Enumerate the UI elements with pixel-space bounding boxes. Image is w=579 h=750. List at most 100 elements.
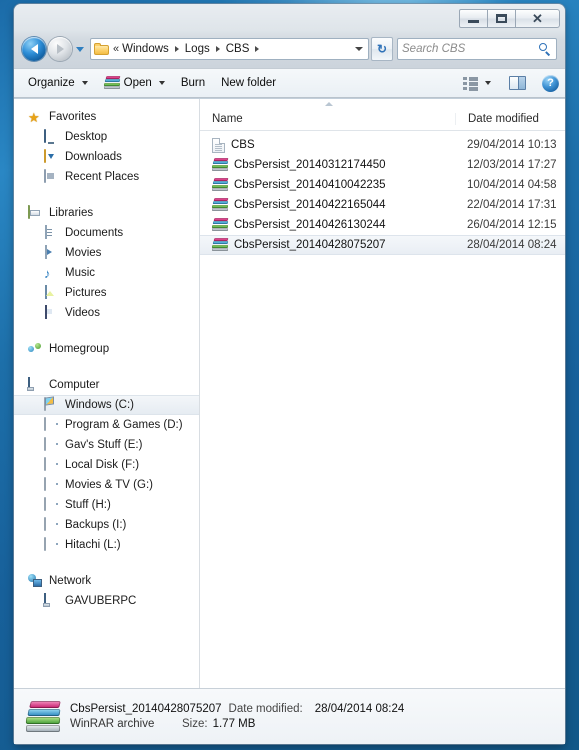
open-button[interactable]: Open xyxy=(96,72,173,94)
forward-arrow-icon xyxy=(56,44,64,54)
minimize-icon xyxy=(468,20,479,23)
winrar-archive-icon xyxy=(103,76,121,90)
table-row-selected[interactable]: CbsPersist_20140428075207 28/04/2014 08:… xyxy=(200,235,565,255)
sidebar-item-documents[interactable]: Documents xyxy=(14,223,199,243)
table-row[interactable]: CbsPersist_20140410042235 10/04/2014 04:… xyxy=(200,175,565,195)
sidebar-item-computer[interactable]: Computer xyxy=(14,375,199,395)
sidebar-item-gavuberpc[interactable]: GAVUBERPC xyxy=(14,591,199,611)
chevron-down-icon xyxy=(485,81,491,85)
sidebar-item-windows-c[interactable]: Windows (C:) xyxy=(14,395,199,415)
sidebar-item-pictures[interactable]: Pictures xyxy=(14,283,199,303)
sidebar-label: Local Disk (F:) xyxy=(65,459,140,471)
sidebar-item-desktop[interactable]: Desktop xyxy=(14,127,199,147)
sidebar-item-libraries[interactable]: Libraries xyxy=(14,203,199,223)
breadcrumb-item-windows[interactable]: Windows xyxy=(121,43,170,55)
file-name: CbsPersist_20140428075207 xyxy=(234,239,386,251)
homegroup-icon xyxy=(28,342,44,357)
burn-button[interactable]: Burn xyxy=(173,73,213,93)
sidebar-item-music[interactable]: ♪ Music xyxy=(14,263,199,283)
file-date-cell: 29/04/2014 10:13 xyxy=(467,139,557,151)
column-header-name[interactable]: Name xyxy=(200,113,455,125)
organize-button[interactable]: Organize xyxy=(20,73,96,93)
breadcrumb: « Windows Logs CBS xyxy=(113,43,264,55)
sidebar-item-network[interactable]: Network xyxy=(14,571,199,591)
navigation-pane[interactable]: ★ Favorites Desktop Downloads Recent Pla… xyxy=(14,99,200,744)
sidebar-item-movies-tv-g[interactable]: Movies & TV (G:) xyxy=(14,475,199,495)
address-bar-row: « Windows Logs CBS ↻ Search CBS xyxy=(14,34,565,64)
table-row[interactable]: CBS 29/04/2014 10:13 xyxy=(200,135,565,155)
sidebar-item-favorites[interactable]: ★ Favorites xyxy=(14,107,199,127)
sidebar-item-hitachi-l[interactable]: Hitachi (L:) xyxy=(14,535,199,555)
file-name-cell: CbsPersist_20140312174450 xyxy=(200,158,455,172)
star-icon: ★ xyxy=(28,109,40,125)
drive-icon xyxy=(44,456,60,473)
sidebar-item-program-games-d[interactable]: Program & Games (D:) xyxy=(14,415,199,435)
file-date-cell: 12/03/2014 17:27 xyxy=(467,159,557,171)
chevron-down-icon xyxy=(75,46,84,52)
maximize-icon xyxy=(496,14,507,23)
sidebar-label: Music xyxy=(65,267,96,279)
winrar-archive-icon xyxy=(25,700,61,733)
table-row[interactable]: CbsPersist_20140426130244 26/04/2014 12:… xyxy=(200,215,565,235)
file-name-cell: CBS xyxy=(200,137,455,153)
sidebar-label: Downloads xyxy=(65,151,122,163)
back-button[interactable] xyxy=(22,37,46,61)
new-folder-button[interactable]: New folder xyxy=(213,73,284,93)
minimize-button[interactable] xyxy=(459,9,488,28)
close-icon: ✕ xyxy=(532,11,543,26)
preview-pane-button[interactable] xyxy=(501,72,534,94)
sidebar-item-movies[interactable]: Movies xyxy=(14,243,199,263)
refresh-icon: ↻ xyxy=(376,42,388,56)
sidebar-item-videos[interactable]: Videos xyxy=(14,303,199,323)
address-bar[interactable]: « Windows Logs CBS xyxy=(90,38,369,60)
organize-label: Organize xyxy=(28,77,75,89)
refresh-button[interactable]: ↻ xyxy=(371,37,393,61)
desktop-icon xyxy=(44,128,60,145)
sidebar-item-downloads[interactable]: Downloads xyxy=(14,147,199,167)
chevron-down-icon xyxy=(354,47,363,51)
column-header-date-modified[interactable]: Date modified xyxy=(455,113,565,125)
help-button[interactable]: ? xyxy=(542,74,559,92)
sidebar-label: Windows (C:) xyxy=(65,399,135,411)
change-view-button[interactable] xyxy=(455,73,499,94)
table-row[interactable]: CbsPersist_20140422165044 22/04/2014 17:… xyxy=(200,195,565,215)
sidebar-label: Videos xyxy=(65,307,100,319)
winrar-archive-icon xyxy=(211,218,229,232)
breadcrumb-overflow[interactable]: « xyxy=(113,43,119,55)
help-icon: ? xyxy=(547,77,554,89)
sort-indicator-icon xyxy=(200,99,565,108)
forward-button[interactable] xyxy=(48,37,72,61)
maximize-button[interactable] xyxy=(487,9,516,28)
search-input[interactable]: Search CBS xyxy=(402,43,539,55)
chevron-down-icon xyxy=(81,81,88,85)
breadcrumb-separator-icon[interactable] xyxy=(255,46,260,52)
breadcrumb-item-logs[interactable]: Logs xyxy=(184,43,211,55)
history-dropdown-button[interactable] xyxy=(73,37,86,61)
sidebar-label: Pictures xyxy=(65,287,107,299)
title-bar[interactable]: ✕ xyxy=(14,4,565,33)
sidebar-item-recent-places[interactable]: Recent Places xyxy=(14,167,199,187)
file-name: CbsPersist_20140422165044 xyxy=(234,199,386,211)
sidebar-item-stuff-h[interactable]: Stuff (H:) xyxy=(14,495,199,515)
breadcrumb-separator-icon[interactable] xyxy=(215,46,220,52)
view-list-icon xyxy=(463,76,478,91)
sidebar-item-homegroup[interactable]: Homegroup xyxy=(14,339,199,359)
close-button[interactable]: ✕ xyxy=(515,9,560,28)
details-text: CbsPersist_20140428075207 Date modified:… xyxy=(70,703,404,730)
column-header-row: Name Date modified xyxy=(200,108,565,131)
search-box[interactable]: Search CBS xyxy=(397,38,557,60)
explorer-content: ★ Favorites Desktop Downloads Recent Pla… xyxy=(14,99,565,744)
table-row[interactable]: CbsPersist_20140312174450 12/03/2014 17:… xyxy=(200,155,565,175)
breadcrumb-separator-icon[interactable] xyxy=(174,46,179,52)
drive-icon xyxy=(44,436,60,453)
sidebar-item-backups-i[interactable]: Backups (I:) xyxy=(14,515,199,535)
new-folder-label: New folder xyxy=(221,77,277,89)
sidebar-label: Documents xyxy=(65,227,124,239)
address-dropdown-button[interactable] xyxy=(351,39,366,59)
sidebar-item-gavs-stuff-e[interactable]: Gav's Stuff (E:) xyxy=(14,435,199,455)
sidebar-item-local-disk-f[interactable]: Local Disk (F:) xyxy=(14,455,199,475)
recent-places-icon xyxy=(44,168,60,185)
breadcrumb-item-cbs[interactable]: CBS xyxy=(225,43,251,55)
